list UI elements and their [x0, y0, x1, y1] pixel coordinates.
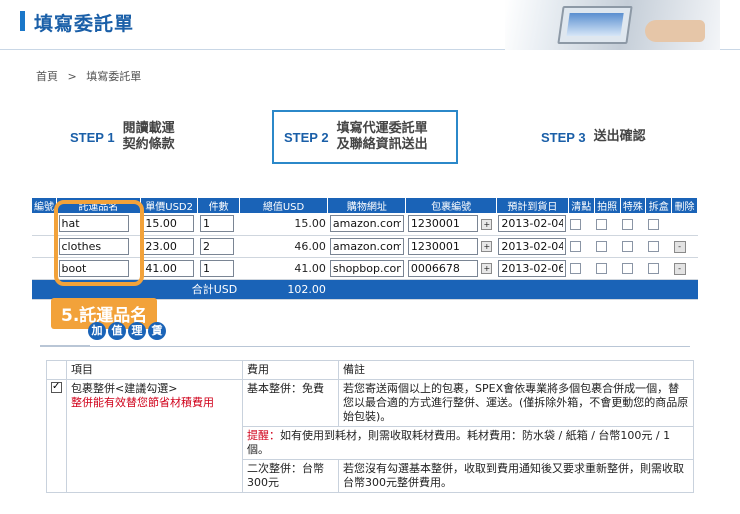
unit-price-input[interactable] — [142, 259, 195, 277]
col-count: 清點 — [568, 198, 595, 213]
unbox-checkbox[interactable] — [647, 263, 659, 274]
step-text: 填寫代運委託單 及聯絡資訊送出 — [336, 121, 428, 152]
highlight-frame — [54, 200, 144, 286]
arrival-date-input[interactable] — [498, 259, 567, 277]
photo-checkbox[interactable] — [596, 241, 608, 252]
expand-icon[interactable]: + — [481, 241, 493, 252]
count-checkbox[interactable] — [570, 241, 582, 252]
url-input[interactable] — [329, 237, 404, 255]
delete-row-button[interactable]: - — [673, 263, 686, 275]
col-delete: 刪除 — [671, 198, 698, 213]
col-quantity: 件數 — [197, 198, 240, 213]
page-title: 填寫委託單 — [34, 13, 135, 35]
step-text: 閱讀載運 契約條款 — [122, 121, 175, 152]
col-url: 購物網址 — [327, 198, 407, 213]
header-banner-image — [505, 0, 720, 50]
table-row: 包裹整併<建議勾選> 整併能有效替您節省材積費用 基本整併：免費 若您寄送兩個以… — [46, 379, 694, 493]
breadcrumb-home[interactable]: 首頁 — [36, 70, 58, 83]
special-checkbox[interactable] — [622, 218, 633, 230]
col-fee: 費用 — [242, 360, 339, 380]
note-text: 若您沒有勾選基本整併，收取到費用通知後又要求重新整併，則需收取台幣300元整併費… — [338, 459, 694, 493]
total-value: 15.00 — [239, 213, 328, 236]
step-number: STEP 2 — [284, 129, 329, 145]
step-number: STEP 1 — [70, 129, 115, 145]
unit-price-input[interactable] — [142, 237, 195, 255]
col-package-no: 包裹編號 — [405, 198, 497, 213]
breadcrumb-separator: > — [67, 70, 77, 83]
breadcrumb-current: 填寫委託單 — [86, 70, 142, 83]
quantity-input[interactable] — [199, 259, 234, 277]
total-value: 46.00 — [239, 235, 328, 258]
section-divider — [40, 346, 690, 347]
vas-title: 加 值 理 賃 — [88, 322, 168, 340]
fee-value: 基本整併：免費 — [242, 379, 339, 427]
page-header: 填寫委託單 — [0, 0, 740, 50]
arrival-date-input[interactable] — [498, 237, 567, 255]
breadcrumb: 首頁 > 填寫委託單 — [36, 68, 147, 84]
package-no-input[interactable] — [407, 237, 478, 255]
col-total: 總值USD — [239, 198, 329, 213]
step-1: STEP 1 閱讀載運 契約條款 — [70, 110, 175, 164]
step-number: STEP 3 — [541, 129, 586, 145]
special-checkbox[interactable] — [622, 263, 633, 274]
hand-image — [645, 20, 705, 42]
quantity-input[interactable] — [199, 215, 234, 233]
unit-price-input[interactable] — [142, 215, 195, 233]
step-text: 送出確認 — [593, 129, 646, 144]
arrival-date-input[interactable] — [498, 215, 567, 233]
note-text: 若您寄送兩個以上的包裹，SPEX會依專業將多個包裹合併成一個，替您以最合適的方式… — [338, 379, 694, 427]
photo-checkbox[interactable] — [596, 218, 608, 230]
col-unit-price: 單價USD2 — [140, 198, 199, 213]
col-item: 項目 — [66, 360, 243, 380]
delete-row-button[interactable]: - — [673, 241, 686, 253]
expand-icon[interactable]: + — [481, 263, 493, 274]
consolidation-checkbox[interactable] — [51, 380, 62, 394]
package-no-input[interactable] — [407, 259, 478, 277]
col-note: 備註 — [338, 360, 694, 380]
photo-checkbox[interactable] — [596, 263, 608, 274]
url-input[interactable] — [329, 259, 404, 277]
special-checkbox[interactable] — [622, 241, 633, 252]
col-photo: 拍照 — [594, 198, 621, 213]
count-checkbox[interactable] — [570, 218, 582, 230]
quantity-input[interactable] — [199, 237, 234, 255]
service-desc: 整併能有效替您節省材積費用 — [71, 396, 214, 409]
laptop-image — [557, 6, 633, 44]
step-2-active: STEP 2 填寫代運委託單 及聯絡資訊送出 — [272, 110, 458, 164]
col-number: 編號 — [32, 198, 57, 213]
service-name: 包裹整併<建議勾選> — [71, 382, 178, 395]
expand-icon[interactable]: + — [481, 218, 493, 230]
count-checkbox[interactable] — [570, 263, 582, 274]
vas-table: 項目 費用 備註 包裹整併<建議勾選> 整併能有效替您節省材積費用 基本整併：免… — [46, 360, 694, 493]
unbox-checkbox[interactable] — [647, 241, 659, 252]
col-special: 特殊 — [620, 198, 647, 213]
section-divider — [40, 330, 90, 346]
step-3: STEP 3 送出確認 — [541, 110, 646, 164]
unbox-checkbox[interactable] — [647, 218, 659, 230]
reminder-label: 提醒： — [247, 429, 280, 442]
total-value: 41.00 — [239, 257, 328, 280]
col-arrival-date: 預計到貨日 — [496, 198, 569, 213]
header-accent-bar — [20, 11, 25, 31]
url-input[interactable] — [329, 215, 404, 233]
sum-value: 102.00 — [239, 279, 328, 300]
col-unbox: 拆盒 — [645, 198, 673, 213]
reminder-text: 如有使用到耗材，則需收取耗材費用。耗材費用：防水袋 / 紙箱 / 台幣100元 … — [247, 429, 671, 456]
fee-value: 二次整併：台幣300元 — [242, 459, 339, 493]
package-no-input[interactable] — [407, 215, 478, 233]
